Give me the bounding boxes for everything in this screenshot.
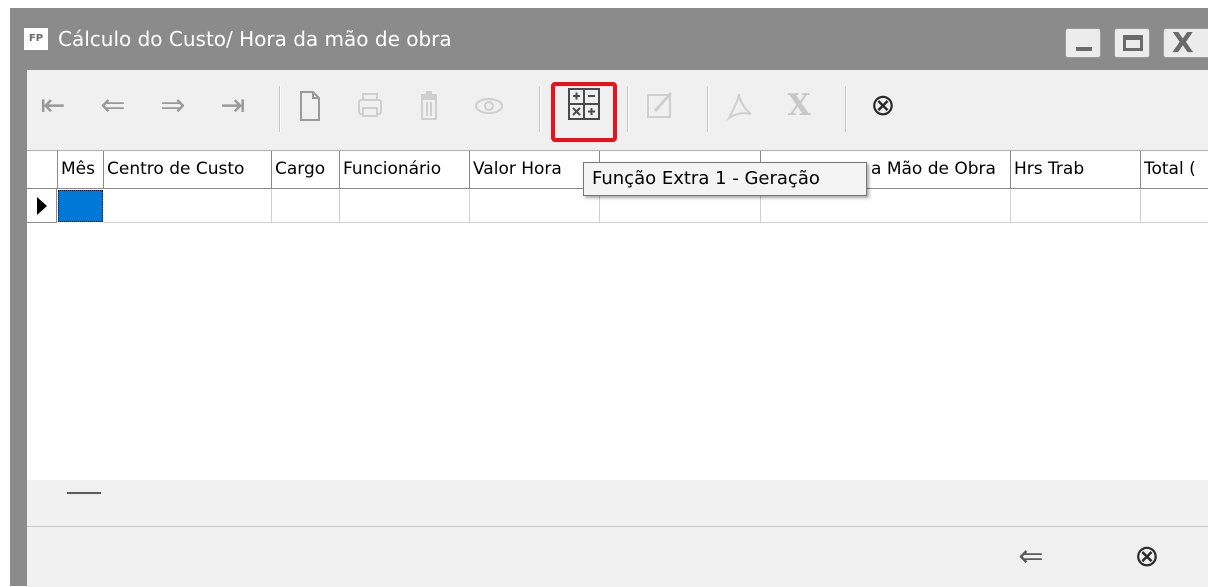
close-icon: X <box>1172 26 1194 59</box>
pdf-button[interactable] <box>719 84 759 128</box>
app-icon: FP <box>24 28 48 50</box>
excel-icon: X <box>787 88 811 123</box>
grid-cell[interactable] <box>340 189 470 223</box>
grid-cell[interactable] <box>104 189 272 223</box>
previous-record-button[interactable]: ⇐ <box>93 84 133 128</box>
first-arrow-icon: ⇤ <box>40 88 66 123</box>
first-record-button[interactable]: ⇤ <box>33 84 73 128</box>
toolbar-separator <box>845 86 847 132</box>
window-title: Cálculo do Custo/ Hora da mão de obra <box>58 27 452 51</box>
minimize-button[interactable] <box>1065 28 1101 58</box>
toolbar-separator <box>627 86 629 132</box>
edit-button[interactable] <box>639 84 679 128</box>
tooltip: Função Extra 1 - Geração <box>583 162 867 196</box>
back-button[interactable]: ⇐ <box>1009 535 1053 579</box>
scroll-indicator <box>67 492 101 494</box>
last-record-button[interactable]: ⇥ <box>213 84 253 128</box>
last-arrow-icon: ⇥ <box>220 88 246 123</box>
printer-icon <box>358 93 382 117</box>
column-header[interactable]: Total ( <box>1141 151 1208 189</box>
next-arrow-icon: ⇒ <box>160 88 186 123</box>
title-bar: FP Cálculo do Custo/ Hora da mão de obra… <box>10 8 1208 70</box>
column-header[interactable]: Mês <box>58 151 104 189</box>
data-grid: Mês Centro de Custo Cargo Funcionário Va… <box>27 150 1208 481</box>
back-arrow-icon: ⇐ <box>1018 539 1044 574</box>
trash-icon <box>421 91 437 120</box>
row-pointer-icon <box>37 197 47 215</box>
grid-corner <box>27 151 58 189</box>
toolbar-separator <box>707 86 709 132</box>
view-button[interactable] <box>469 84 509 128</box>
client-area: ⇤ ⇐ ⇒ ⇥ X ⊗ Mês Centro de Custo Cargo Fu… <box>27 70 1208 587</box>
cancel-circle-icon: ⊗ <box>1134 539 1160 574</box>
column-header[interactable]: Funcionário <box>340 151 470 189</box>
pdf-icon <box>726 93 752 121</box>
grid-cell[interactable] <box>1141 189 1208 223</box>
horizontal-scrollbar[interactable] <box>27 480 1208 526</box>
close-circle-icon: ⊗ <box>870 88 896 123</box>
next-record-button[interactable]: ⇒ <box>153 84 193 128</box>
print-button[interactable] <box>349 84 389 128</box>
new-button[interactable] <box>289 84 329 128</box>
delete-button[interactable] <box>409 84 449 128</box>
bottom-bar: ⇐ ⊗ <box>27 526 1208 587</box>
new-document-icon <box>300 91 320 121</box>
column-header[interactable]: Centro de Custo <box>104 151 272 189</box>
highlight-box <box>551 82 617 142</box>
column-header[interactable]: Cargo <box>272 151 340 189</box>
eye-icon <box>475 98 503 114</box>
close-window-button[interactable]: X <box>1163 26 1208 59</box>
window: FP Cálculo do Custo/ Hora da mão de obra… <box>10 8 1208 587</box>
maximize-button[interactable] <box>1114 28 1150 58</box>
selected-cell[interactable] <box>58 190 103 222</box>
toolbar-separator <box>279 86 281 132</box>
column-header[interactable]: Hrs Trab <box>1011 151 1141 189</box>
grid-cell[interactable] <box>1011 189 1141 223</box>
previous-arrow-icon: ⇐ <box>100 88 126 123</box>
toolbar-separator <box>539 86 541 132</box>
grid-cell[interactable] <box>470 189 600 223</box>
minimize-icon <box>1076 47 1092 51</box>
column-header[interactable]: Valor Hora <box>470 151 600 189</box>
excel-button[interactable]: X <box>779 84 819 128</box>
maximize-icon <box>1123 35 1143 51</box>
toolbar: ⇤ ⇐ ⇒ ⇥ X ⊗ <box>27 70 1208 150</box>
grid-cell[interactable] <box>272 189 340 223</box>
cancel-button[interactable]: ⊗ <box>1125 535 1169 579</box>
close-toolbar-button[interactable]: ⊗ <box>863 84 903 128</box>
row-indicator[interactable] <box>27 189 57 223</box>
edit-icon <box>647 92 673 118</box>
